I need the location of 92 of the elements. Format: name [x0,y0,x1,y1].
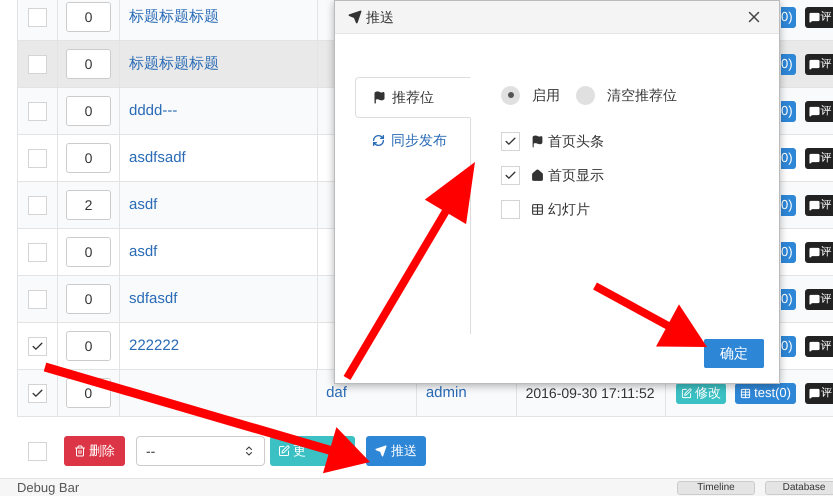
title-link[interactable]: 标题标题标题 [129,52,219,76]
check-icon [504,169,517,182]
radio-button[interactable] [576,86,595,104]
sort-input[interactable]: 0 [66,284,111,314]
checkbox[interactable] [28,290,47,308]
checkbox[interactable] [28,102,47,120]
sort-input[interactable]: 2 [66,190,111,220]
flag-icon [531,135,544,148]
debug-bar-title: Debug Bar [17,480,80,494]
dialog-title: 推送 [366,8,394,26]
sort-input[interactable]: 0 [66,2,111,32]
comment-icon [808,12,820,22]
title-link[interactable]: sdfasdf [129,288,178,310]
tag-button[interactable]: 0) [781,54,796,74]
comment-icon [808,388,820,398]
checkbox[interactable] [501,166,520,185]
push-button[interactable]: 推送 [366,436,426,466]
refresh-icon [372,134,385,146]
sort-input[interactable]: 0 [66,331,111,361]
checkbox[interactable] [28,384,47,402]
check-icon [31,340,44,352]
tag-button[interactable]: 0) [781,336,796,356]
debug-tab-button[interactable]: Database [765,480,833,494]
author-link[interactable]: admin [426,382,467,404]
category-link[interactable]: daf [326,382,347,404]
comment-button[interactable]: 评 [804,336,833,356]
confirm-button[interactable]: 确定 [704,339,764,368]
dialog-tab[interactable]: 推荐位 [355,77,471,118]
option-label: 幻灯片 [548,200,590,219]
radio-label: 启用 [532,86,560,104]
comment-icon [808,294,820,304]
delete-button[interactable]: 删除 [64,436,125,466]
option-label: 首页显示 [548,166,604,185]
option-label: 首页头条 [548,132,604,151]
send-icon [348,10,362,24]
dialog-tab[interactable]: 同步发布 [355,118,470,162]
title-link[interactable]: 222222 [129,334,180,358]
house-icon [531,169,544,182]
tag-button[interactable]: 0) [781,6,796,28]
comment-button[interactable]: 评 [804,100,833,122]
comment-button[interactable]: 评 [804,242,833,262]
sort-input[interactable]: 0 [66,96,111,126]
column-select[interactable]: -- [136,436,265,466]
edit-icon [278,445,290,457]
comment-icon [808,200,820,210]
tag-button[interactable]: 0) [781,100,796,122]
checkbox[interactable] [28,196,47,214]
comment-icon [808,246,820,258]
title-link[interactable]: 标题标题标题 [129,6,219,28]
checkbox[interactable] [28,148,47,168]
title-link[interactable]: asdf [129,194,158,216]
check-icon [30,386,44,400]
comment-button[interactable]: 评 [804,382,833,404]
checkbox[interactable] [501,132,520,151]
comment-icon [808,58,820,70]
updown-icon [243,445,255,457]
title-link[interactable]: asdfsadf [129,146,186,170]
table-icon [531,203,544,216]
table-icon [740,388,752,398]
flag-icon [373,91,386,104]
edit-icon [681,388,692,398]
tag-button[interactable]: 0) [781,148,796,168]
checkbox[interactable] [501,200,520,219]
comment-button[interactable]: 评 [804,6,833,28]
title-link[interactable]: dddd--- [129,100,178,122]
comment-button[interactable]: 评 [804,194,833,216]
debug-tab-button[interactable]: Timeline [677,480,755,494]
checkbox[interactable] [28,8,47,26]
comment-icon [808,106,820,116]
checkbox[interactable] [28,442,47,460]
title-link[interactable]: asdf [129,240,158,264]
trash-icon [74,445,86,457]
comment-button[interactable]: 评 [804,54,833,74]
send-icon [375,445,387,457]
checkbox[interactable] [28,54,47,74]
tag-button[interactable]: test(0) [735,382,796,404]
sort-input[interactable]: 0 [66,49,111,79]
tag-button[interactable]: 0) [781,242,796,262]
radio-button[interactable] [501,86,520,104]
comment-icon [808,340,820,352]
date-text: 2016-09-30 17:11:52 [526,384,655,402]
comment-icon [808,152,820,164]
sort-input[interactable]: 0 [66,237,111,267]
check-icon [504,135,517,148]
tag-button[interactable]: 0) [781,194,796,216]
checkbox[interactable] [28,242,47,262]
comment-button[interactable]: 评 [804,288,833,310]
checkbox[interactable] [28,336,47,356]
sort-input[interactable]: 0 [66,143,111,173]
radio-label: 清空推荐位 [607,86,677,104]
comment-button[interactable]: 评 [804,148,833,168]
tag-button[interactable]: 0) [781,288,796,310]
